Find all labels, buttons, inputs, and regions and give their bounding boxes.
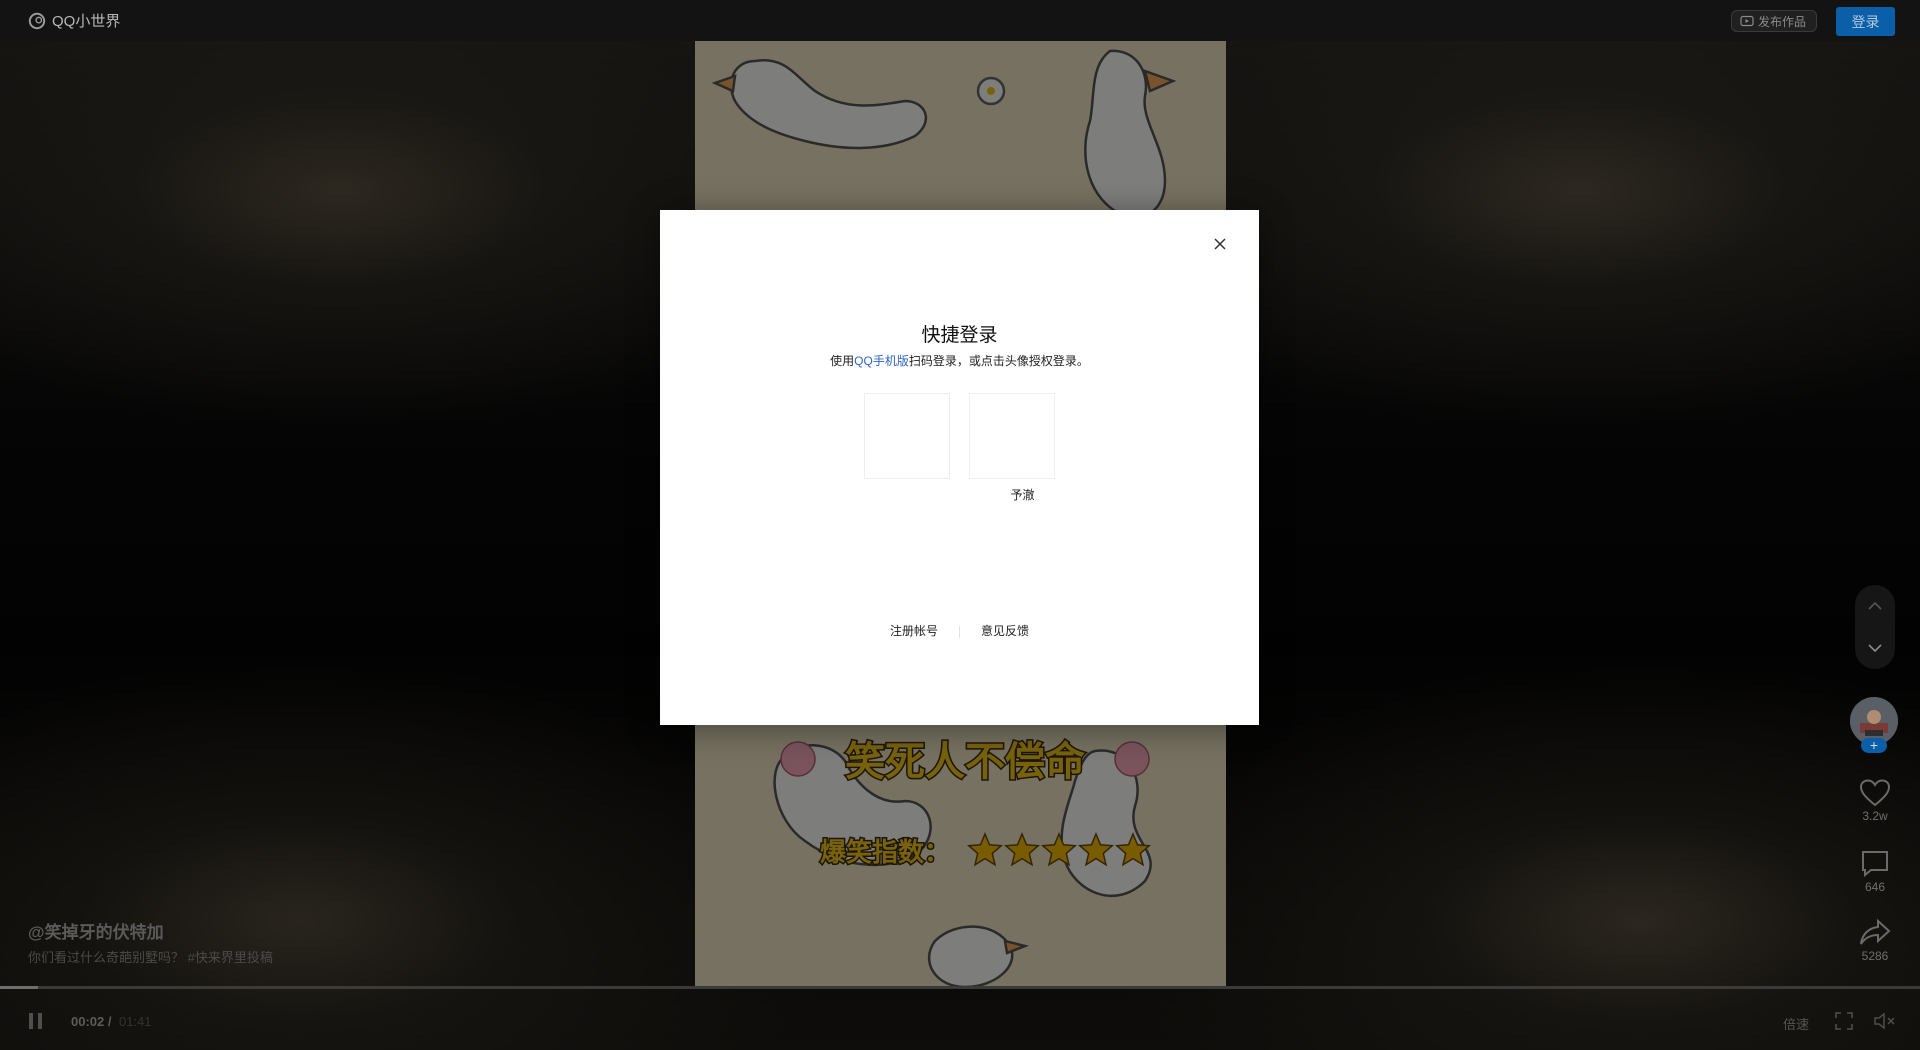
duration: 01:41 (119, 1014, 152, 1029)
share-count: 5286 (1861, 949, 1889, 963)
current-time: 00:02 / (71, 1014, 112, 1029)
rating-star (1114, 832, 1152, 867)
video-headline: 笑死人不偿命 (845, 739, 1085, 785)
login-button[interactable]: 登录 (1836, 7, 1895, 36)
playback-speed-button[interactable]: 倍速 (1783, 1014, 1809, 1033)
logo[interactable]: QQ小世界 (28, 10, 120, 31)
share-icon (1860, 919, 1891, 945)
player-controls: 00:02 / 01:41 倍速 (0, 989, 1920, 1050)
publish-label: 发布作品 (1758, 14, 1807, 29)
video-author[interactable]: @笑掉牙的伏特加 (28, 918, 164, 943)
video-description: 你们看过什么奇葩别墅吗？ #快来界里投稿 (28, 950, 273, 965)
comment-icon (1862, 851, 1888, 878)
dialog-title: 快捷登录 (921, 325, 998, 346)
like-count: 3.2w (1862, 809, 1888, 823)
like-button[interactable]: 3.2w (1845, 779, 1905, 823)
rating-star (1077, 832, 1115, 867)
rating-star (1040, 832, 1078, 867)
video-upload-icon (1740, 15, 1754, 27)
share-button[interactable]: 5286 (1845, 919, 1905, 963)
qq-mobile-link[interactable]: QQ手机版 (854, 354, 909, 368)
subtitle-suffix: 扫码登录，或点击头像授权登录。 (908, 354, 1089, 368)
mute-icon[interactable] (1874, 1012, 1896, 1030)
rating-star (1003, 832, 1041, 867)
follow-button[interactable]: + (1861, 738, 1887, 753)
chevron-up-icon[interactable] (1867, 601, 1883, 611)
comment-button[interactable]: 646 (1845, 850, 1905, 894)
register-link[interactable]: 注册帐号 (890, 624, 938, 638)
publish-button[interactable]: 发布作品 (1731, 10, 1817, 32)
heart-icon (1859, 779, 1891, 807)
link-divider (959, 625, 960, 638)
login-dialog: 快捷登录 使用QQ手机版扫码登录，或点击头像授权登录。 予澈 注册帐号 意见反馈 (660, 210, 1259, 725)
video-nav (1855, 585, 1895, 669)
account-avatar[interactable] (969, 393, 1055, 479)
fullscreen-icon[interactable] (1835, 1012, 1853, 1030)
rating-stars (966, 832, 1152, 867)
subtitle-prefix: 使用 (830, 354, 855, 368)
feedback-link[interactable]: 意见反馈 (981, 624, 1029, 638)
rating-star (966, 832, 1004, 867)
dialog-links: 注册帐号 意见反馈 (660, 622, 1259, 639)
dialog-subtitle: 使用QQ手机版扫码登录，或点击头像授权登录。 (660, 352, 1259, 369)
logo-text: QQ小世界 (52, 13, 121, 30)
close-icon[interactable] (1211, 235, 1229, 253)
account-name[interactable]: 予澈 (1000, 486, 1045, 503)
pause-icon[interactable] (29, 1013, 43, 1029)
chevron-down-icon[interactable] (1867, 643, 1883, 653)
top-header: QQ小世界 发布作品 登录 (0, 0, 1920, 41)
qr-code (864, 393, 950, 479)
rating-label: 爆笑指数： (820, 837, 950, 868)
qq-world-logo-icon (28, 12, 46, 29)
comment-count: 646 (1864, 880, 1886, 894)
